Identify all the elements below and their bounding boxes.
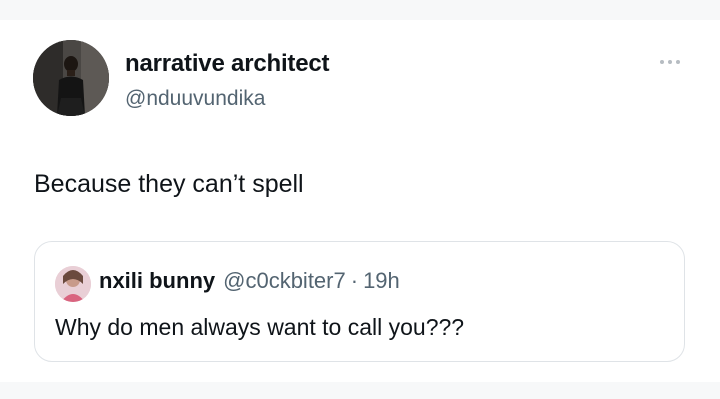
quoted-tweet-header: nxili bunny @c0ckbiter7 · 19h xyxy=(99,268,400,294)
quoted-author-avatar[interactable] xyxy=(55,266,91,302)
more-dot xyxy=(668,60,672,64)
author-handle[interactable]: @nduuvundika xyxy=(125,87,265,111)
quoted-tweet-text: Why do men always want to call you??? xyxy=(55,314,465,340)
more-dot xyxy=(676,60,680,64)
avatar-photo xyxy=(33,40,109,116)
more-horizontal-icon[interactable] xyxy=(650,52,690,72)
separator-dot: · xyxy=(350,268,359,293)
quoted-display-name[interactable]: nxili bunny xyxy=(99,268,215,294)
quoted-handle[interactable]: @c0ckbiter7 xyxy=(223,268,346,294)
quoted-avatar-photo xyxy=(55,266,91,302)
author-display-name[interactable]: narrative architect xyxy=(125,50,330,78)
more-dot xyxy=(660,60,664,64)
quoted-tweet[interactable]: nxili bunny @c0ckbiter7 · 19h Why do men… xyxy=(34,241,685,362)
quoted-timestamp[interactable]: 19h xyxy=(363,268,400,294)
author-avatar[interactable] xyxy=(33,40,109,116)
tweet-text: Because they can’t spell xyxy=(34,170,304,198)
tweet-card: narrative architect @nduuvundika Because… xyxy=(0,20,720,382)
